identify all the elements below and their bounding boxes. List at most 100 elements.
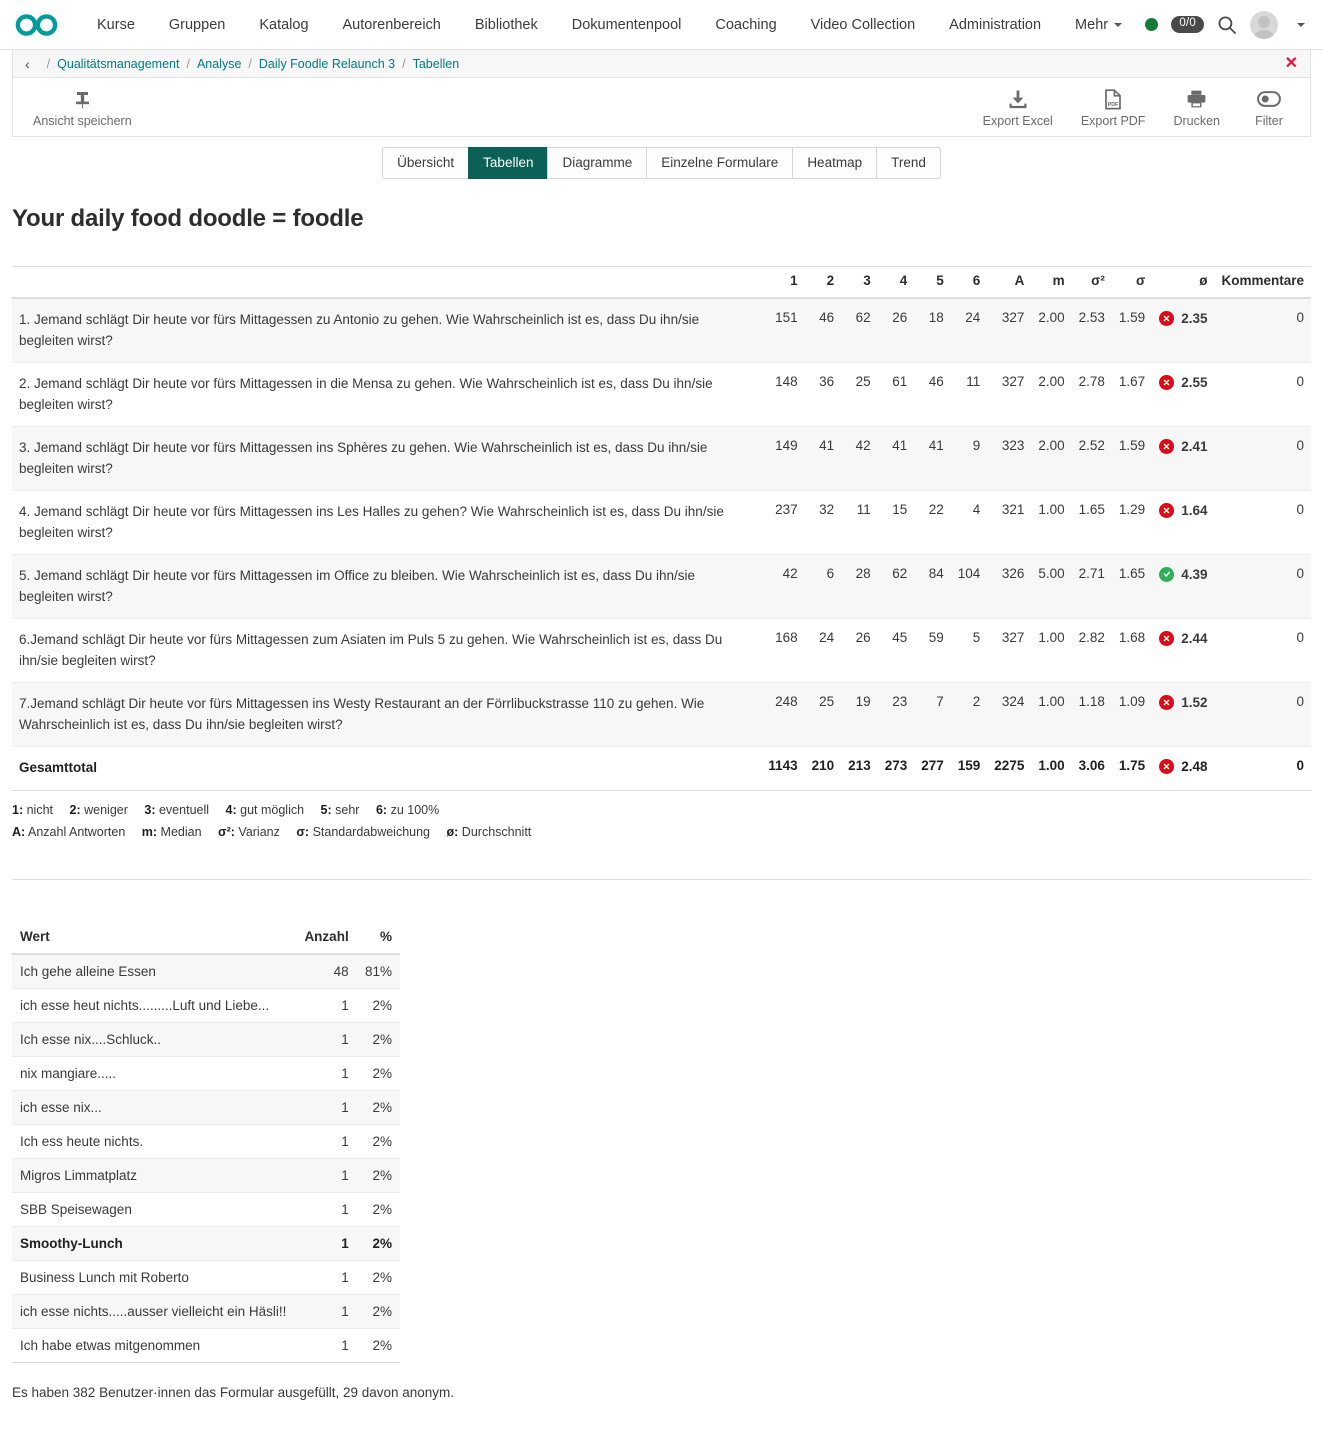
col-1: 1 (761, 267, 805, 299)
value-text: nix mangiare..... (12, 1056, 297, 1092)
tab-tabellen[interactable]: Tabellen (468, 147, 548, 179)
save-view-button[interactable]: Ansicht speichern (19, 86, 146, 130)
breadcrumb-item-qualitaetsmanagement[interactable]: Qualitätsmanagement (57, 57, 179, 71)
print-button[interactable]: Drucken (1159, 86, 1234, 130)
legend-value: gut möglich (240, 802, 305, 817)
breadcrumb-back-button[interactable]: ‹ (25, 56, 30, 72)
nav-item-video-collection[interactable]: Video Collection (794, 0, 933, 50)
value-text: ich esse nix... (12, 1090, 297, 1126)
values-col-wert: Wert (12, 922, 297, 956)
cell-5: 18 (914, 298, 951, 364)
table-row-total: Gesamttotal 1143 210 213 273 277 159 227… (12, 746, 1311, 791)
total-2: 210 (804, 746, 842, 791)
cell-stddev: 1.68 (1111, 618, 1153, 684)
list-item: nix mangiare..... 1 2% (12, 1056, 400, 1092)
printer-icon (1186, 88, 1207, 110)
cell-kommentare: 0 (1214, 490, 1311, 556)
total-1: 1143 (761, 746, 805, 791)
cell-3: 19 (841, 682, 878, 748)
cell-a: 321 (987, 490, 1032, 556)
close-icon[interactable]: ✕ (1285, 55, 1298, 72)
table-row: 6.Jemand schlägt Dir heute vor fürs Mitt… (12, 618, 1311, 684)
tab-diagramme[interactable]: Diagramme (547, 147, 647, 179)
cell-3: 25 (841, 362, 878, 428)
table-legend: 1: nicht 2: weniger 3: eventuell 4: gut … (12, 800, 1311, 844)
cell-6: 4 (950, 490, 988, 556)
export-pdf-button[interactable]: PDF Export PDF (1067, 86, 1160, 130)
cell-3: 62 (841, 298, 878, 364)
nav-item-dokumentenpool[interactable]: Dokumentenpool (555, 0, 699, 50)
breadcrumb-item-analyse[interactable]: Analyse (197, 57, 241, 71)
col-question (12, 267, 762, 299)
infinity-logo[interactable] (14, 8, 66, 42)
legend-value: nicht (26, 802, 54, 817)
main-menu: Kurse Gruppen Katalog Autorenbereich Bib… (80, 0, 1139, 50)
list-item: Ich esse nix....Schluck.. 1 2% (12, 1022, 400, 1058)
tab-label: Trend (891, 155, 926, 170)
nav-item-kurse[interactable]: Kurse (80, 0, 152, 50)
list-item: Business Lunch mit Roberto 1 2% (12, 1260, 400, 1296)
tab-trend[interactable]: Trend (876, 147, 941, 179)
total-a: 2275 (987, 746, 1032, 791)
avatar[interactable] (1250, 10, 1278, 39)
cell-5: 7 (914, 682, 951, 748)
cell-variance: 2.53 (1071, 298, 1112, 364)
export-excel-button[interactable]: Export Excel (969, 86, 1067, 130)
cell-average: 4.39 (1152, 554, 1215, 620)
nav-item-coaching[interactable]: Coaching (698, 0, 793, 50)
filter-toggle-button[interactable]: Filter (1234, 86, 1304, 130)
cell-6: 24 (950, 298, 988, 364)
breadcrumb-separator: / (402, 56, 406, 71)
nav-item-bibliothek[interactable]: Bibliothek (458, 0, 555, 50)
search-icon[interactable] (1217, 15, 1237, 35)
cell-6: 5 (950, 618, 988, 684)
cell-5: 41 (914, 426, 951, 492)
status-badge-bad-icon (1159, 375, 1175, 391)
nav-item-katalog[interactable]: Katalog (242, 0, 325, 50)
total-5: 277 (914, 746, 951, 791)
breadcrumb: ‹ / Qualitätsmanagement / Analyse / Dail… (12, 50, 1311, 78)
average-value: 2.55 (1181, 375, 1208, 391)
cell-6: 11 (950, 362, 988, 428)
nav-item-administration[interactable]: Administration (932, 0, 1058, 50)
cell-kommentare: 0 (1214, 362, 1311, 428)
online-status-icon (1145, 18, 1159, 31)
chevron-down-icon (1114, 22, 1123, 27)
nav-item-mehr[interactable]: Mehr (1058, 0, 1139, 50)
cell-stddev: 1.65 (1111, 554, 1153, 620)
breadcrumb-item-tabellen[interactable]: Tabellen (413, 57, 460, 71)
table-row: 5. Jemand schlägt Dir heute vor fürs Mit… (12, 554, 1311, 620)
value-count: 48 (296, 954, 357, 990)
value-count: 1 (296, 1226, 357, 1262)
cell-variance: 2.71 (1071, 554, 1112, 620)
status-badge-bad-icon (1159, 759, 1175, 775)
cell-2: 41 (804, 426, 842, 492)
cell-variance: 1.65 (1071, 490, 1112, 556)
tab-bar: Übersicht Tabellen Diagramme Einzelne Fo… (382, 147, 941, 179)
nav-item-gruppen[interactable]: Gruppen (152, 0, 242, 50)
nav-item-autorenbereich[interactable]: Autorenbereich (326, 0, 458, 50)
notification-badge[interactable]: 0/0 (1171, 16, 1204, 33)
cell-kommentare: 0 (1214, 618, 1311, 684)
breadcrumb-item-daily-foodle-relaunch-3[interactable]: Daily Foodle Relaunch 3 (259, 57, 395, 71)
legend-key: σ: (296, 824, 310, 839)
legend-scale-line: 1: nicht 2: weniger 3: eventuell 4: gut … (12, 800, 1311, 822)
table-row: 7.Jemand schlägt Dir heute vor fürs Mitt… (12, 682, 1311, 748)
cell-m: 2.00 (1031, 298, 1072, 364)
tab-uebersicht[interactable]: Übersicht (382, 147, 469, 179)
cell-m: 1.00 (1031, 490, 1072, 556)
value-count: 1 (296, 1124, 357, 1160)
nav-label: Bibliothek (474, 16, 538, 33)
cell-stddev: 1.29 (1111, 490, 1153, 556)
values-header-row: Wert Anzahl % (12, 922, 400, 956)
chevron-down-icon[interactable] (1297, 22, 1305, 27)
nav-label: Dokumentenpool (571, 16, 682, 33)
cell-variance: 2.82 (1071, 618, 1112, 684)
table-row: 1. Jemand schlägt Dir heute vor fürs Mit… (12, 298, 1311, 364)
tab-heatmap[interactable]: Heatmap (792, 147, 877, 179)
values-col-anzahl: Anzahl (296, 922, 357, 956)
value-text: Ich gehe alleine Essen (12, 954, 297, 990)
tab-einzelne-formulare[interactable]: Einzelne Formulare (646, 147, 793, 179)
cell-2: 24 (804, 618, 842, 684)
cell-a: 327 (987, 618, 1032, 684)
